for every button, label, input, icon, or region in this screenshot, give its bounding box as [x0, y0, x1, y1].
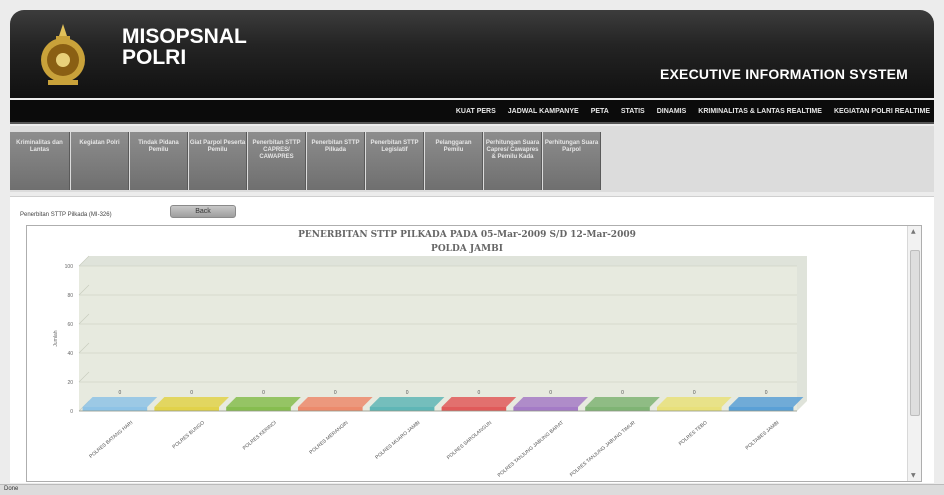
sub-tab-bar: Kriminalitas dan Lantas Kegiatan Polri T…	[10, 126, 934, 192]
tab-sttp-pilkada[interactable]: Penerbitan STTP Pilkada	[307, 132, 365, 190]
nav-kuat-pers[interactable]: KUAT PERS	[456, 108, 496, 115]
app-title-line2: POLRI	[122, 46, 187, 69]
bar	[728, 407, 794, 411]
back-button[interactable]: Back	[170, 205, 236, 218]
top-navigation: KUAT PERS JADWAL KAMPANYE PETA STATIS DI…	[10, 100, 934, 124]
y-tick-label: 100	[65, 264, 74, 270]
x-category-label: POLRES TANJUNG JABUNG TIMUR	[569, 420, 637, 479]
bar	[154, 407, 220, 411]
bar-top	[297, 397, 373, 407]
bar	[297, 407, 363, 411]
nav-kriminalitas-lantas-realtime[interactable]: KRIMINALITAS & LANTAS REALTIME	[698, 108, 822, 115]
bar-top	[154, 397, 230, 407]
police-emblem-icon	[41, 24, 85, 85]
bar-top	[513, 397, 589, 407]
x-category-label: POLRES KERINCI	[242, 420, 278, 452]
bar	[441, 407, 507, 411]
bar-top	[585, 397, 660, 407]
x-category-label: POLRES BUNGO	[171, 420, 206, 450]
chart-panel: PENERBITAN STTP PILKADA PADA 05-Mar-2009…	[26, 225, 922, 482]
y-tick-label: 80	[67, 293, 73, 299]
x-category-label: POLRES TANJUNG JABUNG BARAT	[497, 420, 565, 479]
bar-value-label: 0	[549, 390, 552, 396]
bar-value-label: 0	[334, 390, 337, 396]
tab-kegiatan-polri[interactable]: Kegiatan Polri	[71, 132, 129, 190]
app-window: MISOPSNAL POLRI EXECUTIVE INFORMATION SY…	[0, 0, 944, 495]
tab-pelanggaran-pemilu[interactable]: Pelanggaran Pemilu	[425, 132, 483, 190]
bar-top	[369, 397, 445, 407]
bar-value-label: 0	[262, 390, 265, 396]
bar	[369, 407, 435, 411]
y-tick-label: 60	[67, 322, 73, 328]
bar-value-label: 0	[621, 390, 624, 396]
plot-area	[79, 266, 797, 411]
bar-top	[656, 397, 732, 407]
bar-chart: 100 80 60 40 20 0 Jumlah 0 0 0 0 0 0 0 0 0 0 POLRES BATAN…	[53, 255, 807, 479]
tab-sttp-legislatif[interactable]: Penerbitan STTP Legislatif	[366, 132, 424, 190]
tab-kriminalitas-lantas[interactable]: Kriminalitas dan Lantas	[10, 132, 70, 190]
x-category-label: POLRES TEBO	[678, 420, 709, 447]
bar	[656, 407, 722, 411]
bar-top	[728, 397, 804, 407]
tab-perhitungan-suara-parpol[interactable]: Perhitungan Suara Parpol	[543, 132, 601, 190]
bar	[513, 407, 579, 411]
x-category-label: POLRES MERANGIN	[308, 420, 349, 456]
bar	[585, 407, 650, 411]
bar-value-label: 0	[478, 390, 481, 396]
x-category-label: POLRES MUARO JAMBI	[374, 420, 421, 461]
tab-tindak-pidana-pemilu[interactable]: Tindak Pidana Pemilu	[130, 132, 188, 190]
bar-value-label: 0	[693, 390, 696, 396]
x-category-label: POLRES BATANG HARI	[88, 420, 134, 460]
bar-value-label: 0	[406, 390, 409, 396]
x-category-label: POLRES SAROLANGUN	[446, 420, 494, 461]
main-content: Penerbitan STTP Pilkada (MI-326) Back PE…	[10, 196, 934, 483]
y-tick-label: 20	[67, 380, 73, 386]
tab-giat-parpol[interactable]: Giat Parpol Peserta Pemilu	[189, 132, 247, 190]
bar-top	[82, 397, 158, 407]
header-banner: MISOPSNAL POLRI EXECUTIVE INFORMATION SY…	[10, 10, 934, 98]
scroll-thumb[interactable]	[910, 250, 920, 416]
scroll-up-icon[interactable]: ▲	[911, 228, 916, 235]
nav-kegiatan-polri-realtime[interactable]: KEGIATAN POLRI REALTIME	[834, 108, 930, 115]
page-label: Penerbitan STTP Pilkada (MI-326)	[20, 212, 112, 218]
tab-sttp-capres[interactable]: Penerbitan STTP CAPRES/ CAWAPRES	[248, 132, 306, 190]
nav-peta[interactable]: PETA	[591, 108, 609, 115]
bar-value-label: 0	[119, 390, 122, 396]
tab-perhitungan-suara-capres[interactable]: Perhitungan Suara Capres/ Cawapres & Pem…	[484, 132, 542, 190]
bar	[82, 407, 148, 411]
status-text: Done	[4, 486, 19, 492]
nav-statis[interactable]: STATIS	[621, 108, 645, 115]
app-title: MISOPSNAL POLRI	[122, 26, 247, 68]
vertical-scrollbar[interactable]: ▲ ▼	[907, 226, 921, 481]
y-axis-label: Jumlah	[53, 330, 59, 346]
status-bar: Done	[0, 484, 944, 495]
y-tick-label: 40	[67, 351, 73, 357]
bar-value-label: 0	[765, 390, 768, 396]
app-title-line1: MISOPSNAL	[122, 25, 247, 48]
bar	[226, 407, 291, 411]
nav-jadwal-kampanye[interactable]: JADWAL KAMPANYE	[508, 108, 579, 115]
system-title: EXECUTIVE INFORMATION SYSTEM	[659, 66, 908, 82]
nav-dinamis[interactable]: DINAMIS	[657, 108, 687, 115]
bar-value-label: 0	[190, 390, 193, 396]
bar-top	[226, 397, 301, 407]
x-category-label: POLTABES JAMBI	[745, 420, 781, 451]
scroll-down-icon[interactable]: ▼	[911, 472, 916, 479]
y-tick-label: 0	[70, 409, 73, 415]
bar-top	[441, 397, 517, 407]
